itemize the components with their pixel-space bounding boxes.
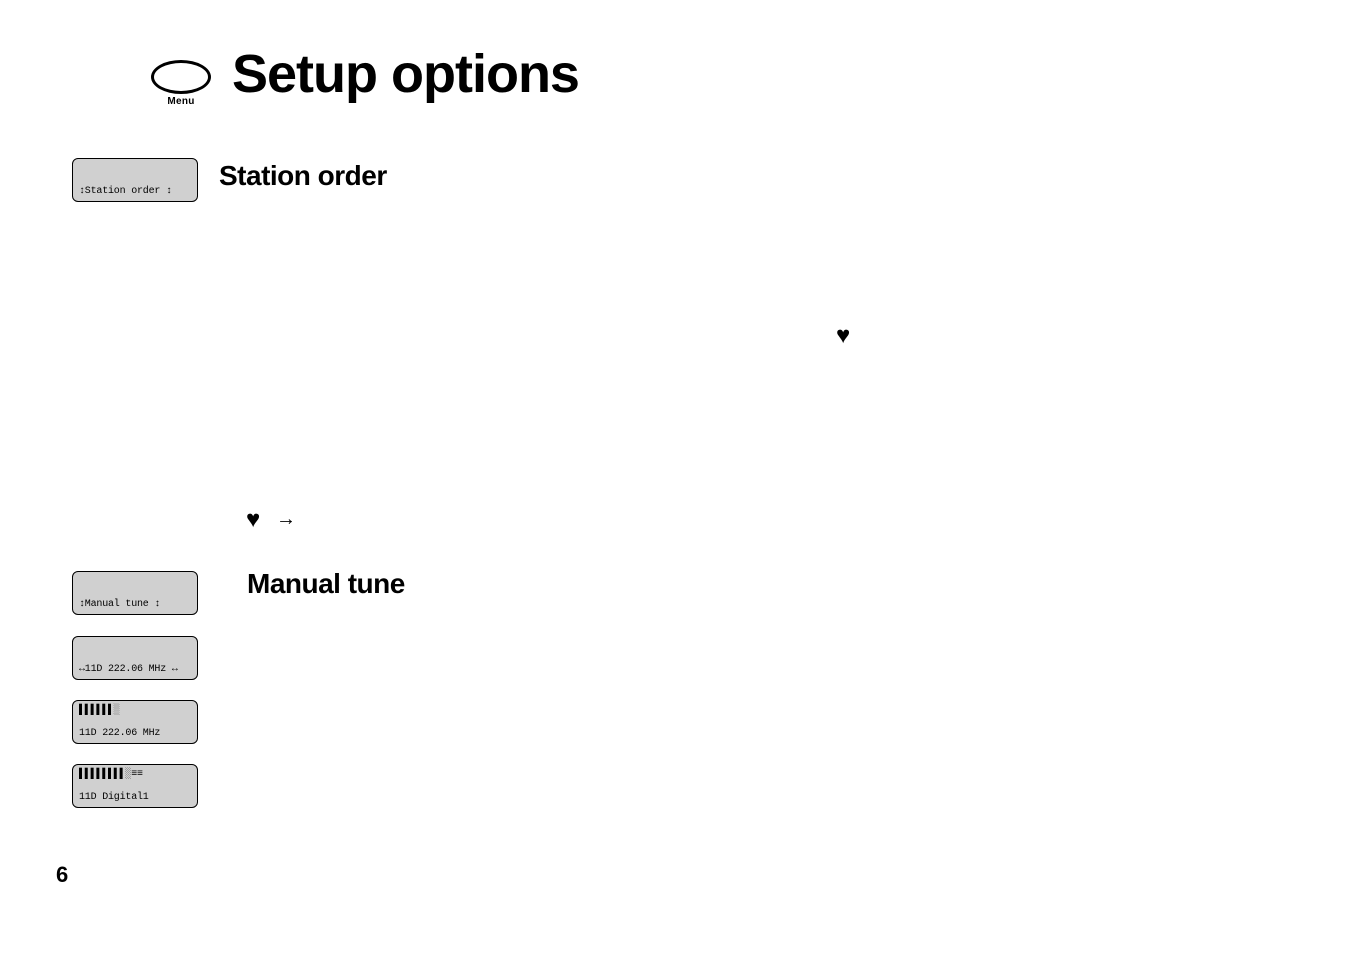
lcd-manual-tune-menu-text: ↕Manual tune ↕ [79,599,191,610]
lcd-signal-bar: ▌▌▌▌▌▌▌▌░≡≡ [79,769,191,780]
page-title: Setup options [232,43,579,105]
lcd-signal-bar-low: ▌▌▌▌▌▌░ [79,705,191,716]
lcd-manual-tune-menu: ↕Manual tune ↕ [72,571,198,615]
lcd-station-order: ↕Station order ↕ [72,158,198,202]
oval-button-icon [151,60,211,94]
lcd-manual-tune-signal-low: ▌▌▌▌▌▌░ 11D 222.06 MHz [72,700,198,744]
lcd-manual-tune-signal-station: ▌▌▌▌▌▌▌▌░≡≡ 11D Digital1 [72,764,198,808]
page-number: 6 [56,862,68,888]
lcd-manual-tune-freq-text: ↔11D 222.06 MHz ↔ [79,664,191,675]
menu-button-label: Menu [148,96,214,107]
heart-icon: ♥ [246,506,260,534]
menu-button-icon: Menu [148,60,214,107]
lcd-station-order-text: ↕Station order ↕ [79,186,191,197]
heart-icon: ♥ [836,322,850,350]
lcd-signal-station-name: 11D Digital1 [79,792,191,803]
arrow-right-icon: → [276,508,296,531]
document-page: Menu Setup options ↕Station order ↕ Stat… [0,0,1352,954]
heading-station-order: Station order [219,160,387,192]
lcd-signal-freq: 11D 222.06 MHz [79,728,191,739]
heading-manual-tune: Manual tune [247,568,405,600]
lcd-manual-tune-freq-select: ↔11D 222.06 MHz ↔ [72,636,198,680]
